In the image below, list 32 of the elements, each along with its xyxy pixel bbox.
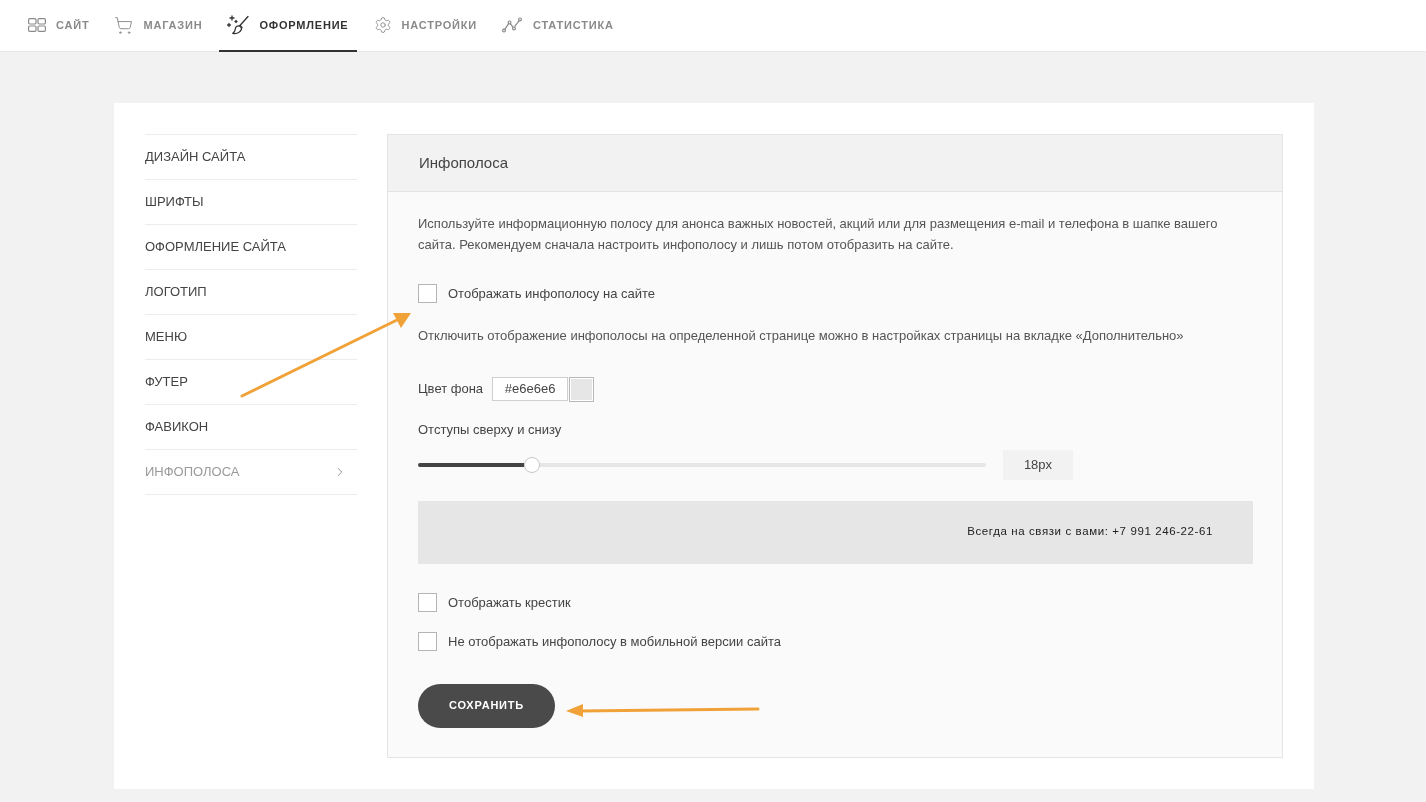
nav-tab[interactable]: НАСТРОЙКИ: [365, 0, 485, 52]
checkbox[interactable]: [418, 632, 437, 652]
color-input-field[interactable]: #e6e6e6: [492, 377, 569, 401]
field-label: Отступы сверху и снизу: [418, 420, 562, 439]
sidebar-item[interactable]: ШРИФТЫ: [145, 179, 357, 224]
checkbox[interactable]: [418, 592, 437, 612]
save-button[interactable]: СОХРАНИТЬ: [418, 683, 555, 728]
sidebar-item[interactable]: ЛОГОТИП: [145, 269, 357, 314]
sidebar-item[interactable]: ФАВИКОН: [145, 404, 357, 449]
field-label: Цвет фона: [418, 380, 484, 399]
value-field[interactable]: 18px: [1003, 449, 1073, 480]
sidebar-item[interactable]: ОФОРМЛЕНИЕ САЙТА: [145, 224, 357, 269]
description-text: Используйте информационную полосу для анонса важных новостей, акций или для размещения e-mail и телефона в шапке вашего сайта. Рекомендуем сначала настроить инфополосу и лишь потом отобразить на сайте.: [418, 215, 1219, 254]
checkbox-label: Отображать крестик: [448, 593, 571, 612]
panel-title: Инфополоса: [419, 152, 508, 173]
sidebar-item[interactable]: ДИЗАЙН САЙТА: [145, 134, 357, 179]
checkbox-label: Не отображать инфополосу в мобильной версии сайта: [448, 633, 781, 651]
checkbox-label: Отображать инфополосу на сайте: [448, 285, 655, 303]
cart-icon: [114, 15, 134, 35]
nav-tab[interactable]: СТАТИСТИКА: [494, 0, 622, 52]
line-chart-icon: [502, 17, 523, 33]
brush-sparkles-icon: [227, 15, 250, 35]
settings-icon: [373, 16, 392, 34]
sidebar-item[interactable]: МЕНЮ: [145, 314, 357, 359]
slider-thumb[interactable]: [523, 456, 540, 473]
color-swatch-icon[interactable]: [569, 376, 595, 402]
note-text: Отключить отображение инфополосы на определенной странице можно в настройках страницы на вкладке «Дополнительно»: [418, 326, 1184, 345]
grid-icon: [28, 18, 46, 32]
preview-text: Всегда на связи с вами: +7 991 246-22-61: [967, 524, 1213, 540]
sidebar-item[interactable]: ФУТЕР: [145, 359, 357, 404]
checkbox[interactable]: [418, 284, 437, 304]
nav-tab[interactable]: ОФОРМЛЕНИЕ: [219, 0, 357, 52]
